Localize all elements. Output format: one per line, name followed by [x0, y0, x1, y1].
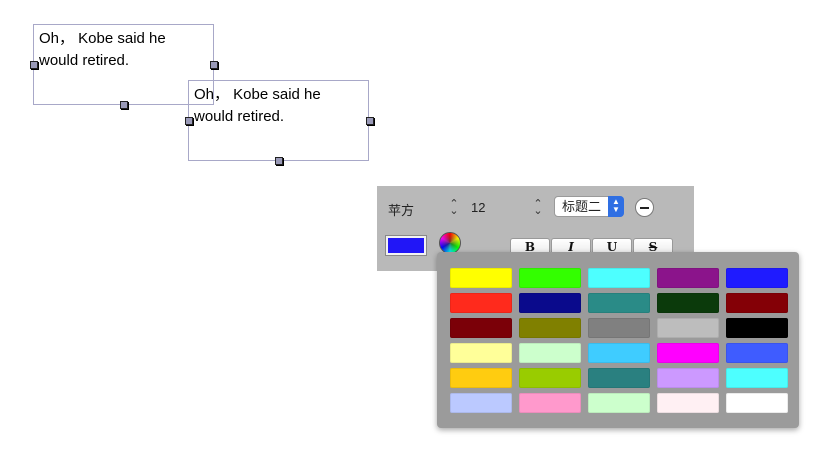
color-swatch[interactable] — [657, 318, 719, 338]
paragraph-style-value: 标题二 — [562, 199, 602, 214]
color-swatch[interactable] — [450, 318, 512, 338]
color-swatch[interactable] — [726, 368, 788, 388]
color-wheel-icon[interactable] — [439, 232, 461, 254]
text-box-content[interactable]: Oh， Kobe said he would retired. — [39, 28, 209, 72]
resize-handle-left[interactable] — [185, 117, 193, 125]
color-swatch[interactable] — [588, 368, 650, 388]
color-swatch[interactable] — [726, 343, 788, 363]
color-swatch[interactable] — [726, 293, 788, 313]
color-swatch[interactable] — [657, 368, 719, 388]
color-swatch[interactable] — [519, 368, 581, 388]
color-swatch[interactable] — [519, 268, 581, 288]
color-swatch[interactable] — [588, 318, 650, 338]
color-swatch[interactable] — [726, 393, 788, 413]
color-swatch[interactable] — [450, 368, 512, 388]
color-swatch[interactable] — [519, 318, 581, 338]
font-size-select[interactable]: 12 — [471, 200, 485, 215]
color-swatch[interactable] — [450, 293, 512, 313]
resize-handle-left[interactable] — [30, 61, 38, 69]
font-name-select[interactable]: 苹方 — [388, 200, 414, 219]
color-swatch[interactable] — [450, 268, 512, 288]
color-swatch[interactable] — [588, 293, 650, 313]
resize-handle-right[interactable] — [366, 117, 374, 125]
color-swatch[interactable] — [519, 293, 581, 313]
color-swatch[interactable] — [726, 318, 788, 338]
text-box-2[interactable]: Oh， Kobe said he would retired. — [188, 80, 369, 161]
color-swatch[interactable] — [657, 293, 719, 313]
color-swatch[interactable] — [588, 393, 650, 413]
color-swatch[interactable] — [519, 393, 581, 413]
color-swatch[interactable] — [726, 268, 788, 288]
resize-handle-bottom[interactable] — [275, 157, 283, 165]
paragraph-style-select[interactable]: 标题二 ▲ ▼ — [554, 196, 624, 217]
resize-handle-bottom[interactable] — [120, 101, 128, 109]
color-swatch[interactable] — [450, 393, 512, 413]
up-down-chevron-icon[interactable]: ⌃ ⌄ — [533, 199, 543, 217]
color-swatch[interactable] — [519, 343, 581, 363]
color-swatch[interactable] — [657, 343, 719, 363]
up-down-chevron-icon[interactable]: ⌃ ⌄ — [449, 199, 459, 217]
color-palette-popover — [437, 252, 799, 428]
color-swatch[interactable] — [657, 393, 719, 413]
resize-handle-right[interactable] — [210, 61, 218, 69]
color-swatch[interactable] — [657, 268, 719, 288]
text-color-well[interactable] — [385, 235, 427, 256]
text-box-1[interactable]: Oh， Kobe said he would retired. — [33, 24, 214, 105]
select-chevron-icon: ▲ ▼ — [608, 196, 624, 217]
text-box-content[interactable]: Oh， Kobe said he would retired. — [194, 84, 364, 128]
color-swatch[interactable] — [588, 343, 650, 363]
color-swatch[interactable] — [450, 343, 512, 363]
color-swatch[interactable] — [588, 268, 650, 288]
minus-circle-icon[interactable] — [635, 198, 654, 217]
current-color-swatch — [388, 238, 424, 253]
